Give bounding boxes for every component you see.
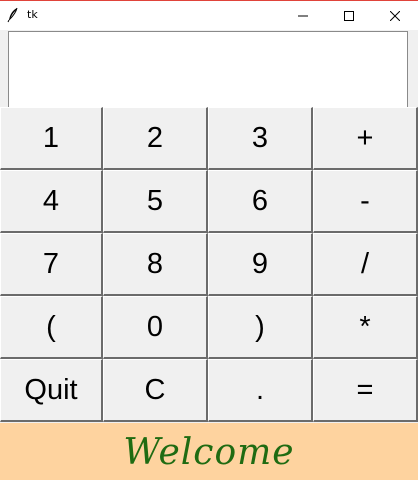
clear-button[interactable]: C [103, 359, 208, 422]
key-6[interactable]: 6 [208, 170, 313, 233]
key-decimal[interactable]: . [208, 359, 313, 422]
key-open-paren[interactable]: ( [0, 296, 103, 359]
close-button[interactable] [372, 1, 418, 30]
title-bar[interactable]: tk [0, 1, 418, 30]
key-1[interactable]: 1 [0, 107, 103, 170]
key-3[interactable]: 3 [208, 107, 313, 170]
expression-display[interactable] [8, 31, 408, 107]
minimize-button[interactable] [280, 1, 326, 30]
equals-button[interactable]: = [313, 359, 418, 422]
key-5[interactable]: 5 [103, 170, 208, 233]
key-minus[interactable]: - [313, 170, 418, 233]
key-2[interactable]: 2 [103, 107, 208, 170]
key-divide[interactable]: / [313, 233, 418, 296]
quit-button[interactable]: Quit [0, 359, 103, 422]
calculator-window: tk 1 2 3 +4 5 6- 7 8 9/ (0) * Quit C. = Welcome [0, 0, 418, 480]
key-7[interactable]: 7 [0, 233, 103, 296]
feather-icon [7, 7, 19, 23]
status-label: Welcome [0, 423, 418, 480]
key-9[interactable]: 9 [208, 233, 313, 296]
close-icon [389, 6, 401, 25]
keypad: 1 2 3 +4 5 6- 7 8 9/ (0) * Quit C. = [0, 107, 418, 423]
key-4[interactable]: 4 [0, 170, 103, 233]
maximize-icon [344, 6, 354, 25]
key-0[interactable]: 0 [103, 296, 208, 359]
window-title: tk [27, 8, 38, 21]
key-multiply[interactable]: * [313, 296, 418, 359]
key-close-paren[interactable]: ) [208, 296, 313, 359]
key-plus[interactable]: + [313, 107, 418, 170]
maximize-button[interactable] [326, 1, 372, 30]
key-8[interactable]: 8 [103, 233, 208, 296]
minimize-icon [298, 6, 308, 25]
